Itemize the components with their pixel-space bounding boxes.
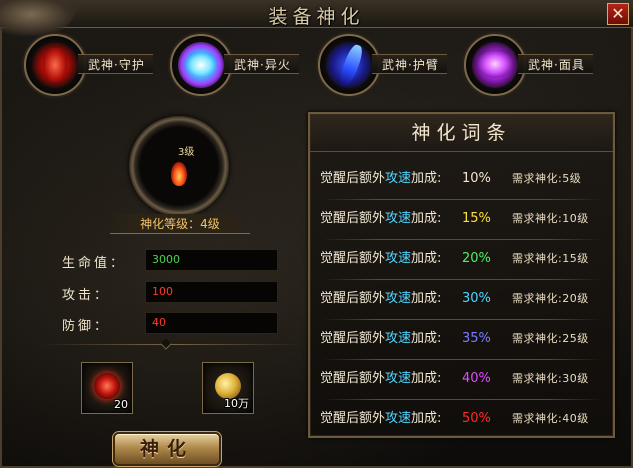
affix-row: 觉醒后额外攻速加成: 15% 需求神化:10级 xyxy=(310,207,613,231)
affix-requirement: 需求神化:5级 xyxy=(512,172,582,185)
affix-panel: 神化词条 觉醒后额外攻速加成: 10% 需求神化:5级 觉醒后额外攻速加成: 15% 需求… xyxy=(308,112,615,438)
affix-separator xyxy=(322,279,602,280)
stat-defense-value: 40 xyxy=(145,312,278,334)
affix-value: 10% xyxy=(462,171,491,186)
tab-bracer-label: 武神·护臂 xyxy=(372,54,447,74)
affix-value: 40% xyxy=(462,371,491,386)
affix-requirement: 需求神化:40级 xyxy=(512,412,589,425)
affix-separator xyxy=(322,239,602,240)
affix-keyword: 攻速 xyxy=(385,251,412,266)
red-demon-emblem-icon xyxy=(24,34,86,96)
red-dragon-orb-icon xyxy=(94,373,120,399)
tab-strange-fire-label: 武神·异火 xyxy=(224,54,299,74)
affix-description: 觉醒后额外攻速加成: xyxy=(320,247,441,271)
affix-keyword: 攻速 xyxy=(385,411,412,426)
stat-hp-label: 生命值： xyxy=(62,256,127,271)
stat-defense-label: 防御： xyxy=(62,319,111,334)
affix-prefix: 觉醒后额外 xyxy=(320,371,386,386)
affix-suffix: 加成: xyxy=(411,251,442,266)
affix-row: 觉醒后额外攻速加成: 20% 需求神化:15级 xyxy=(310,247,613,271)
affix-suffix: 加成: xyxy=(411,411,442,426)
affix-value: 50% xyxy=(462,411,491,426)
affix-prefix: 觉醒后额外 xyxy=(320,251,386,266)
affix-keyword: 攻速 xyxy=(385,331,412,346)
title-bar: 装备神化 ✕ xyxy=(0,0,633,36)
affix-separator xyxy=(322,359,602,360)
stat-attack-label: 攻击： xyxy=(62,288,111,303)
affix-requirement: 需求神化:15级 xyxy=(512,252,589,265)
affix-prefix: 觉醒后额外 xyxy=(320,291,386,306)
affix-description: 觉醒后额外攻速加成: xyxy=(320,327,441,351)
affix-description: 觉醒后额外攻速加成: xyxy=(320,287,441,311)
affix-prefix: 觉醒后额外 xyxy=(320,331,386,346)
window-title: 装备神化 xyxy=(268,6,365,28)
stat-attack-value: 100 xyxy=(145,281,278,303)
tab-guard-label: 武神·守护 xyxy=(78,54,153,74)
affix-row: 觉醒后额外攻速加成: 50% 需求神化:40级 xyxy=(310,407,613,431)
equipment-level-tag: 3级 xyxy=(178,147,195,158)
affix-suffix: 加成: xyxy=(411,211,442,226)
affix-value: 15% xyxy=(462,211,491,226)
tab-mask-label: 武神·面具 xyxy=(518,54,593,74)
divider xyxy=(40,338,300,350)
equipment-tabs: 武神·守护 武神·异火 武神·护臂 武神·面具 xyxy=(24,30,624,104)
close-button[interactable]: ✕ xyxy=(607,3,629,25)
affix-description: 觉醒后额外攻速加成: xyxy=(320,407,441,431)
purple-mask-icon xyxy=(464,34,526,96)
affix-prefix: 觉醒后额外 xyxy=(320,171,386,186)
affix-requirement: 需求神化:20级 xyxy=(512,292,589,305)
blue-lotus-flame-icon xyxy=(170,34,232,96)
material-qty: 10万 xyxy=(224,397,249,410)
affix-suffix: 加成: xyxy=(411,171,442,186)
flame-gem-icon xyxy=(171,162,187,186)
material-slot-orb[interactable]: 20 xyxy=(81,362,133,414)
affix-suffix: 加成: xyxy=(411,371,442,386)
affix-row: 觉醒后额外攻速加成: 30% 需求神化:20级 xyxy=(310,287,613,311)
affix-suffix: 加成: xyxy=(411,291,442,306)
affix-value: 35% xyxy=(462,331,491,346)
affix-requirement: 需求神化:10级 xyxy=(512,212,589,225)
stat-hp-value: 3000 xyxy=(145,249,278,271)
affix-prefix: 觉醒后额外 xyxy=(320,211,386,226)
affix-keyword: 攻速 xyxy=(385,171,412,186)
affix-description: 觉醒后额外攻速加成: xyxy=(320,207,441,231)
affix-separator xyxy=(322,199,602,200)
godhood-button[interactable]: 神化 xyxy=(113,432,221,466)
equipment-slot[interactable] xyxy=(121,116,239,220)
affix-separator xyxy=(322,319,602,320)
affix-description: 觉醒后额外攻速加成: xyxy=(320,167,441,191)
affix-separator xyxy=(322,399,602,400)
affix-keyword: 攻速 xyxy=(385,211,412,226)
affix-panel-title: 神化词条 xyxy=(310,114,613,152)
affix-description: 觉醒后额外攻速加成: xyxy=(320,367,441,391)
blue-bracer-icon xyxy=(318,34,380,96)
affix-row: 觉醒后额外攻速加成: 10% 需求神化:5级 xyxy=(310,167,613,191)
affix-requirement: 需求神化:30级 xyxy=(512,372,589,385)
material-slot-gold[interactable]: 10万 xyxy=(202,362,254,414)
affix-prefix: 觉醒后额外 xyxy=(320,411,386,426)
affix-row: 觉醒后额外攻速加成: 35% 需求神化:25级 xyxy=(310,327,613,351)
affix-requirement: 需求神化:25级 xyxy=(512,332,589,345)
affix-keyword: 攻速 xyxy=(385,371,412,386)
affix-value: 30% xyxy=(462,291,491,306)
godhood-level-label: 神化等级：4级 xyxy=(110,214,250,234)
affix-row: 觉醒后额外攻速加成: 40% 需求神化:30级 xyxy=(310,367,613,391)
affix-keyword: 攻速 xyxy=(385,291,412,306)
affix-suffix: 加成: xyxy=(411,331,442,346)
material-qty: 20 xyxy=(114,398,128,411)
affix-value: 20% xyxy=(462,251,491,266)
